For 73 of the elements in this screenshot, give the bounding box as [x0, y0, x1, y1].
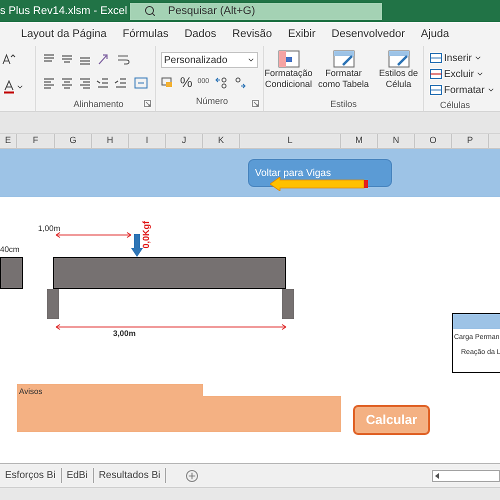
search-icon — [144, 5, 156, 17]
menu-tab[interactable]: Dados — [183, 26, 218, 42]
sheet-tab[interactable]: Esforços Bi — [0, 468, 62, 483]
font-color-icon[interactable] — [2, 80, 16, 94]
cells-button[interactable]: Excluir — [430, 67, 500, 81]
warnings-label: Avisos — [19, 386, 42, 398]
currency-icon[interactable] — [161, 75, 175, 89]
support — [47, 289, 59, 319]
load-arrow-icon — [131, 234, 143, 257]
menu-tab[interactable]: Layout da Página — [20, 26, 108, 42]
table-icon — [430, 85, 442, 95]
column-header[interactable]: O — [415, 134, 452, 148]
scroll-left-icon[interactable] — [433, 470, 441, 480]
style-button[interactable]: Formatação Condicional — [262, 50, 314, 98]
number-format-dropdown[interactable]: Personalizado — [161, 52, 258, 68]
increase-indent-icon[interactable] — [114, 76, 128, 90]
text-orientation-icon[interactable] — [96, 52, 110, 66]
decrease-decimal-icon[interactable] — [233, 75, 248, 89]
column-header[interactable]: F — [17, 134, 55, 148]
align-right-icon[interactable] — [78, 76, 92, 90]
merge-cells-icon[interactable] — [132, 76, 150, 90]
dialog-launcher-icon[interactable] — [144, 100, 151, 107]
support — [282, 289, 294, 319]
align-left-icon[interactable] — [42, 76, 56, 90]
align-center-icon[interactable] — [60, 76, 74, 90]
column-header[interactable]: E — [0, 134, 17, 148]
menu-tab[interactable]: Ajuda — [420, 26, 450, 42]
column-header[interactable]: M — [341, 134, 378, 148]
column-header[interactable]: N — [378, 134, 415, 148]
search-input[interactable]: Pesquisar (Alt+G) — [168, 2, 368, 20]
dimension-label: 40cm — [0, 244, 20, 256]
style-button[interactable]: Formatar como Tabela — [318, 50, 370, 98]
column-header[interactable]: G — [55, 134, 92, 148]
increase-font-icon[interactable] — [2, 52, 16, 66]
group-label: Estilos — [330, 98, 357, 110]
sheet-tab[interactable]: EdBi — [62, 468, 94, 483]
column-header[interactable]: H — [92, 134, 129, 148]
column-header[interactable]: K — [203, 134, 240, 148]
menu-tab[interactable]: Desenvolvedor — [330, 26, 406, 42]
sheet-tab[interactable]: Resultados Bi — [94, 468, 166, 483]
increase-decimal-icon[interactable] — [214, 75, 228, 89]
load-label: 0,0Kgf — [140, 221, 152, 248]
search-field[interactable]: Pesquisar (Alt+G) — [130, 2, 382, 20]
add-sheet-icon[interactable] — [186, 470, 198, 482]
window-title: s Plus Rev14.xlsm - Excel — [0, 4, 128, 19]
group-label: Alinhamento — [73, 98, 124, 111]
caret-icon[interactable] — [16, 83, 24, 91]
caret-icon[interactable] — [247, 56, 255, 64]
conditional-format-icon — [278, 50, 300, 68]
dialog-launcher-icon[interactable] — [252, 100, 259, 107]
dimension-label: 3,00m — [113, 328, 136, 340]
table-format-icon — [332, 50, 354, 68]
menu-tab[interactable]: Fórmulas — [122, 26, 170, 42]
table-icon — [430, 69, 442, 79]
percent-button[interactable]: % — [180, 72, 192, 92]
dimension-label: 1,00m — [38, 223, 60, 235]
column-header[interactable]: I — [129, 134, 166, 148]
cell-styles-icon — [388, 50, 410, 68]
style-button[interactable]: Estilos de Célula — [372, 50, 424, 98]
group-label: Células — [440, 99, 470, 112]
column-header[interactable]: J — [166, 134, 203, 148]
group-label: Número — [196, 95, 228, 108]
menu-tab[interactable]: Revisão — [231, 26, 274, 42]
left-arrow-icon — [270, 177, 370, 191]
table-icon — [430, 53, 442, 63]
decrease-indent-icon[interactable] — [96, 76, 110, 90]
column-section — [0, 257, 23, 289]
cells-button[interactable]: Formatar — [430, 83, 500, 97]
column-header[interactable]: P — [452, 134, 489, 148]
table-header — [453, 314, 500, 329]
menu-tab[interactable]: Exibir — [287, 26, 317, 42]
column-header[interactable]: L — [240, 134, 341, 148]
cells-button[interactable]: Inserir — [430, 51, 500, 65]
